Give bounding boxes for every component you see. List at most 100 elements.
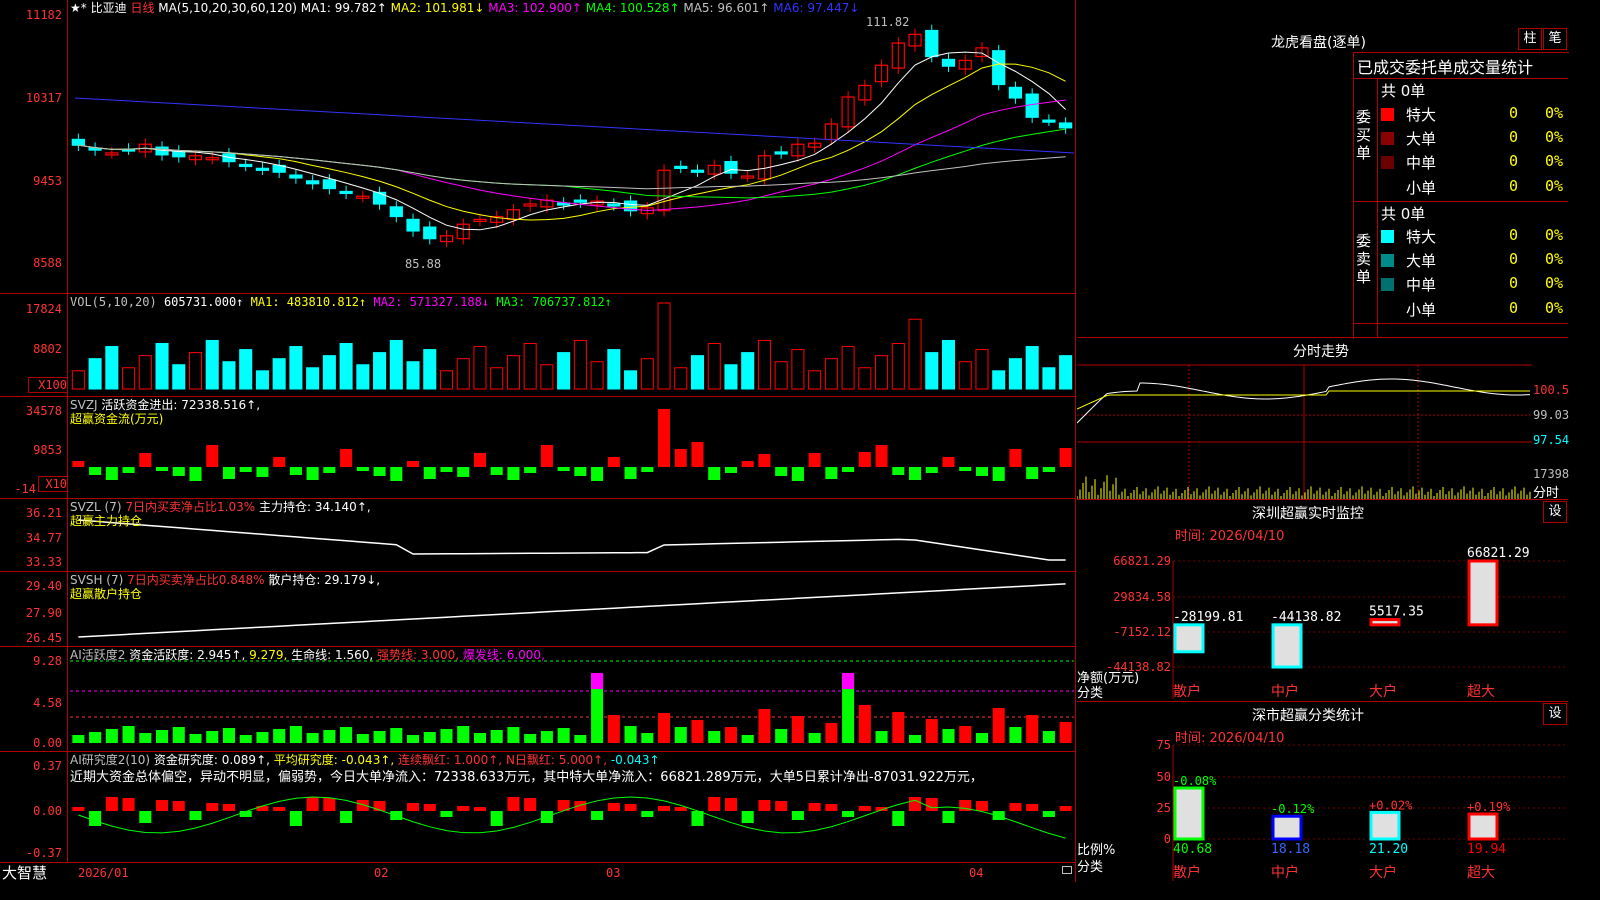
classify-ytick: 50: [1157, 770, 1171, 784]
volume-bar: [841, 346, 855, 390]
ma2-line: [78, 63, 1066, 221]
svzj-bar: [273, 457, 286, 467]
ai-res-bar: [674, 807, 687, 811]
ai2-bar: [875, 731, 888, 743]
star-icon[interactable]: ★*: [70, 1, 87, 15]
svzj-bar: [423, 467, 436, 479]
ai-res-bar: [1009, 803, 1022, 811]
svzj-bar: [959, 467, 972, 471]
svzj-bar: [356, 467, 369, 471]
ai2-bar: [156, 730, 169, 743]
ai2-bar: [423, 732, 436, 743]
svzj-bar: [1042, 467, 1055, 472]
volume-bar: [306, 367, 320, 390]
vol-ytick: 17824: [25, 302, 62, 316]
intraday-chart-svg[interactable]: [1077, 339, 1568, 500]
intraday-unit: 分时: [1533, 486, 1560, 501]
ai2-bar: [909, 735, 922, 743]
svzj-subtitle: 超赢资金流(万元): [70, 412, 164, 426]
kline-candle: [339, 190, 353, 195]
volume-bar: [1042, 367, 1056, 390]
lock-icon[interactable]: [1062, 866, 1072, 874]
ai2-bar: [524, 734, 537, 743]
svzj-bar: [540, 445, 553, 467]
monitor-value-label: -44138.82: [1271, 610, 1341, 625]
svzj-bar: [206, 445, 219, 467]
buy-s-label: 小单: [1406, 179, 1437, 197]
ai-res-bar: [591, 811, 604, 820]
svzj-bar: [1059, 448, 1072, 467]
ai2-bar: [507, 727, 520, 743]
ai2-bar: [139, 733, 152, 743]
svzl-ytick: 34.77: [25, 531, 62, 545]
volume-bar: [975, 349, 989, 390]
sell-s-label: 小单: [1406, 301, 1437, 319]
svzj-bar: [1026, 467, 1039, 479]
bar-view-button[interactable]: 柱: [1518, 28, 1542, 50]
svzj-ytick: 9853: [33, 443, 62, 457]
main-chart-area[interactable]: ★* 比亚迪 日线 MA(5,10,20,30,60,120) MA1: 99.…: [0, 0, 1076, 882]
kline-ytick: 8588: [33, 256, 62, 270]
ai2-bar: [975, 733, 988, 743]
ai-res-bar: [975, 801, 988, 811]
dragon-panel: 龙虎看盘(逐单) 柱 笔 已成交委托单成交量统计 委买单 共 0单 特大 0 0…: [1077, 0, 1569, 339]
classify-ytick: 0: [1164, 832, 1171, 846]
ai-res-bar: [256, 806, 269, 811]
classify-category-label: 散户: [1173, 864, 1201, 881]
low-annotation: 85.88: [405, 257, 442, 271]
ma-label: MA(5,10,20,30,60,120): [158, 1, 297, 15]
ai2-bar: [674, 727, 687, 743]
ai2-bar: [557, 728, 570, 743]
buy-xl-label: 特大: [1406, 106, 1437, 124]
classify-chart-svg: 75 50 25 0 -0.08% 40.68 散户 -0.12% 18.18 中户 +0.02% 2…: [1157, 738, 1568, 881]
monitor-value-label: 5517.35: [1369, 605, 1424, 620]
ai-res-header: AI研究度2(10) 资金研究度: 0.089↑, 平均研究度: -0.043↑…: [70, 753, 660, 767]
intraday-panel[interactable]: 分时走势 100.5 99.03 97.54 17398 分时: [1077, 339, 1569, 501]
ma3-value: MA3: 102.900↑: [488, 1, 582, 15]
sell-side-label: 委卖单: [1356, 232, 1372, 286]
svzj-bar: [289, 467, 302, 475]
svzj-bar: [306, 467, 319, 480]
ai2-bar: [390, 728, 403, 743]
ai2-ytick: 0.00: [33, 736, 62, 750]
buy-s-pct: 0%: [1545, 177, 1564, 195]
classify-change-label: +0.02%: [1369, 798, 1413, 812]
ai2-bar: [490, 730, 503, 743]
ai-res-bar: [473, 807, 486, 811]
ma6-line: [74, 97, 1075, 154]
vol-ytick: 8802: [33, 342, 62, 356]
ai2-burst-bar: [591, 673, 604, 689]
ai2-bar: [1009, 727, 1022, 743]
ai-res-bar: [825, 804, 838, 811]
classify-bar: [1173, 786, 1205, 841]
ai-res-bar: [925, 798, 938, 811]
x-tick-feb: 02: [374, 866, 389, 880]
svzj-bar: [875, 445, 888, 467]
monitor-bar: [1271, 623, 1303, 669]
svzj-bar: [674, 449, 687, 467]
kline-candle: [941, 58, 956, 67]
kline-ytick: 11182: [25, 8, 62, 22]
volume-bar: [272, 358, 286, 390]
kline-candle: [406, 218, 420, 232]
volume-bar: [590, 361, 604, 390]
kline-candle: [389, 206, 403, 218]
kline-candle: [925, 29, 939, 58]
ai-res-bar: [875, 807, 888, 811]
ai2-bar: [892, 712, 905, 743]
ai2-ytick: 9.28: [33, 654, 62, 668]
tick-view-button[interactable]: 笔: [1543, 28, 1567, 50]
sell-xl-value: 0: [1509, 226, 1519, 244]
svzj-ytick: -14: [14, 482, 36, 496]
ai2-bar: [440, 729, 453, 743]
ai-res-bar: [942, 811, 955, 823]
ai2-bar: [724, 727, 737, 743]
kline-chart-svg[interactable]: [0, 0, 1076, 882]
volume-bar: [172, 364, 186, 390]
period-label[interactable]: 日线: [130, 1, 154, 15]
classify-category-label: 中户: [1271, 864, 1299, 881]
ai2-bar: [758, 709, 771, 743]
ai-res-bar: [206, 803, 219, 811]
stock-name: 比亚迪: [90, 1, 127, 15]
classify-ytick: 75: [1157, 738, 1171, 752]
